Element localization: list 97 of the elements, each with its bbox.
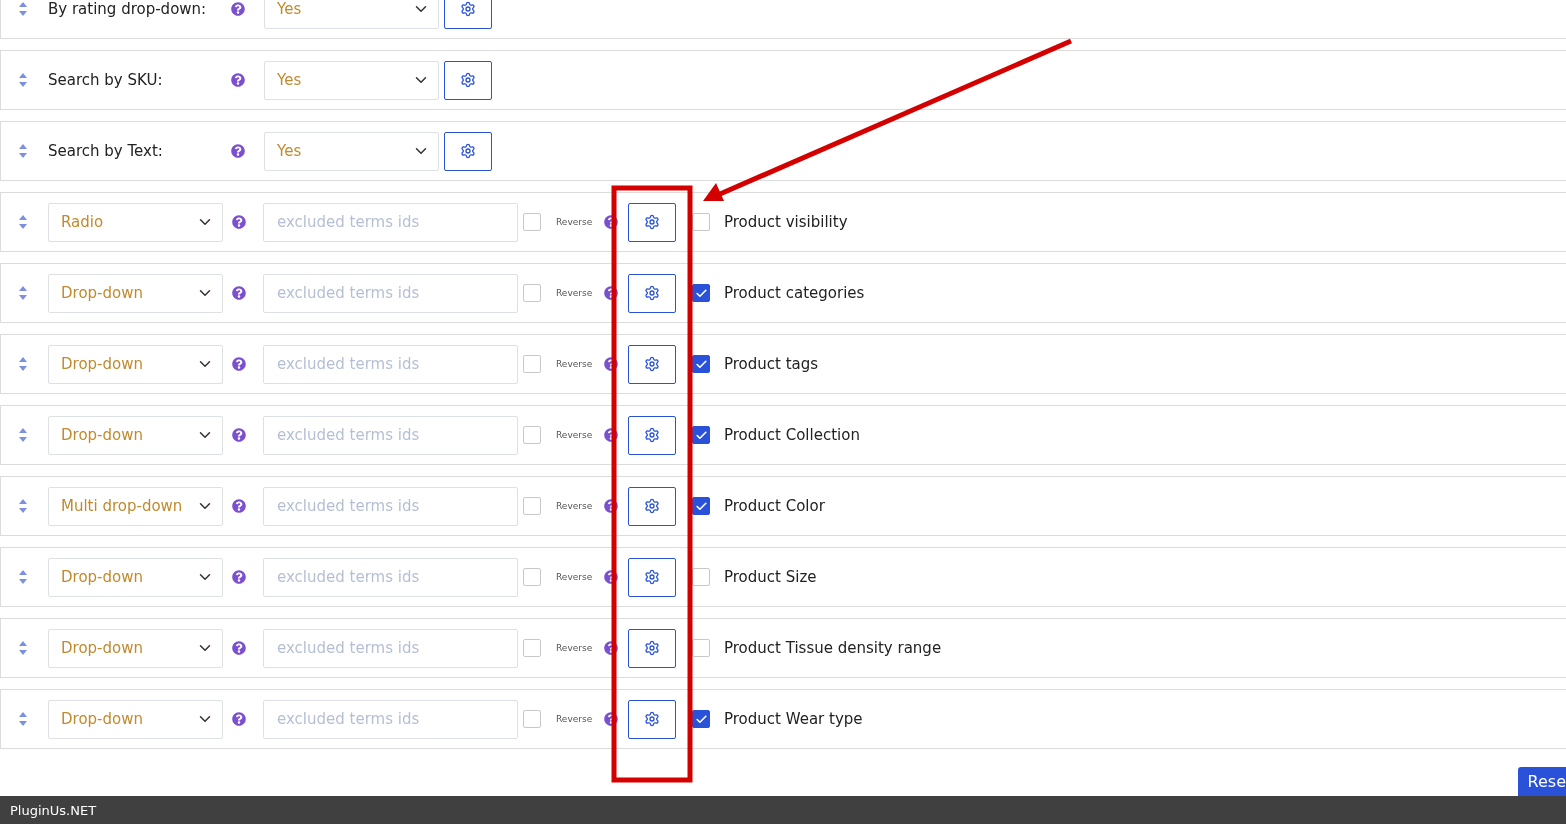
gear-icon	[460, 72, 476, 88]
reverse-label: Reverse	[556, 643, 590, 653]
sort-handle-icon[interactable]	[19, 285, 27, 301]
select-field[interactable]: Drop-down	[48, 344, 223, 384]
help-icon[interactable]	[232, 428, 246, 442]
sort-handle-icon[interactable]	[19, 640, 27, 656]
help-icon[interactable]	[232, 286, 246, 300]
reverse-label: Reverse	[556, 359, 590, 369]
help-icon[interactable]	[604, 570, 618, 584]
filter-name: Product Color	[724, 497, 825, 515]
select-field[interactable]: Drop-down	[48, 699, 223, 739]
footer-text: PluginUs.NET	[0, 796, 1566, 824]
filter-name: Product tags	[724, 355, 819, 373]
help-icon[interactable]	[604, 286, 618, 300]
input-field[interactable]: excluded terms ids	[263, 273, 518, 313]
settings-button[interactable]	[628, 202, 676, 242]
help-icon[interactable]	[604, 499, 618, 513]
settings-button[interactable]	[628, 273, 676, 313]
input-field[interactable]: excluded terms ids	[263, 344, 518, 384]
setting-label: By rating drop-down:	[48, 0, 208, 18]
sort-handle-icon[interactable]	[19, 711, 27, 727]
sort-handle-icon[interactable]	[19, 356, 27, 372]
help-icon[interactable]	[604, 357, 618, 371]
select-field[interactable]: Radio	[48, 202, 223, 242]
help-icon[interactable]	[604, 641, 618, 655]
gear-icon	[460, 143, 476, 159]
sort-handle-icon[interactable]	[19, 143, 27, 159]
check-icon	[694, 499, 708, 513]
sort-handle-icon[interactable]	[19, 1, 27, 17]
help-icon[interactable]	[604, 428, 618, 442]
reset-button[interactable]: Rese	[1517, 767, 1566, 796]
gear-icon	[644, 285, 660, 301]
check-icon	[694, 428, 708, 442]
setting-label: Search by SKU:	[48, 71, 164, 89]
gear-icon	[644, 569, 660, 585]
check-icon	[694, 286, 708, 300]
reverse-label: Reverse	[556, 572, 590, 582]
sort-handle-icon[interactable]	[19, 498, 27, 514]
filter-name: Product Tissue density range	[724, 639, 942, 657]
help-icon[interactable]	[231, 144, 245, 158]
setting-label: Search by Text:	[48, 142, 164, 160]
gear-icon	[644, 356, 660, 372]
help-icon[interactable]	[232, 570, 246, 584]
filter-name: Product Collection	[724, 426, 860, 444]
input-field[interactable]: excluded terms ids	[263, 202, 518, 242]
check-icon	[694, 357, 708, 371]
filter-name: Product Wear type	[724, 710, 863, 728]
help-icon[interactable]	[604, 215, 618, 229]
select-field[interactable]: Drop-down	[48, 628, 223, 668]
sort-handle-icon[interactable]	[19, 214, 27, 230]
help-icon[interactable]	[232, 357, 246, 371]
reverse-label: Reverse	[556, 217, 590, 227]
help-icon[interactable]	[232, 712, 246, 726]
help-icon[interactable]	[232, 215, 246, 229]
select-field[interactable]: Drop-down	[48, 415, 223, 455]
help-icon[interactable]	[231, 2, 245, 16]
reverse-label: Reverse	[556, 714, 590, 724]
settings-button[interactable]	[628, 344, 676, 384]
filter-name: Product visibility	[724, 213, 848, 231]
gear-icon	[644, 427, 660, 443]
settings-button[interactable]	[444, 131, 492, 171]
sort-handle-icon[interactable]	[19, 72, 27, 88]
settings-button[interactable]	[628, 699, 676, 739]
input-field[interactable]: excluded terms ids	[263, 415, 518, 455]
reverse-label: Reverse	[556, 430, 590, 440]
reverse-label: Reverse	[556, 501, 590, 511]
select-field[interactable]: Yes	[264, 60, 439, 100]
help-icon[interactable]	[604, 712, 618, 726]
select-field[interactable]: Drop-down	[48, 273, 223, 313]
gear-icon	[644, 640, 660, 656]
settings-button[interactable]	[444, 0, 492, 29]
input-field[interactable]: excluded terms ids	[263, 557, 518, 597]
settings-button[interactable]	[628, 557, 676, 597]
filter-name: Product Size	[724, 568, 817, 586]
input-field[interactable]: excluded terms ids	[263, 628, 518, 668]
input-field[interactable]: excluded terms ids	[263, 699, 518, 739]
help-icon[interactable]	[232, 499, 246, 513]
help-icon[interactable]	[231, 73, 245, 87]
check-icon	[694, 712, 708, 726]
sort-handle-icon[interactable]	[19, 427, 27, 443]
select-field[interactable]: Yes	[264, 0, 439, 29]
gear-icon	[644, 498, 660, 514]
gear-icon	[460, 1, 476, 17]
select-field[interactable]: Yes	[264, 131, 439, 171]
input-field[interactable]: excluded terms ids	[263, 486, 518, 526]
settings-button[interactable]	[628, 628, 676, 668]
filter-name: Product categories	[724, 284, 865, 302]
reverse-label: Reverse	[556, 288, 590, 298]
help-icon[interactable]	[232, 641, 246, 655]
sort-handle-icon[interactable]	[19, 569, 27, 585]
select-field[interactable]: Multi drop-down	[48, 486, 223, 526]
settings-button[interactable]	[444, 60, 492, 100]
gear-icon	[644, 711, 660, 727]
select-field[interactable]: Drop-down	[48, 557, 223, 597]
settings-button[interactable]	[628, 415, 676, 455]
settings-button[interactable]	[628, 486, 676, 526]
gear-icon	[644, 214, 660, 230]
